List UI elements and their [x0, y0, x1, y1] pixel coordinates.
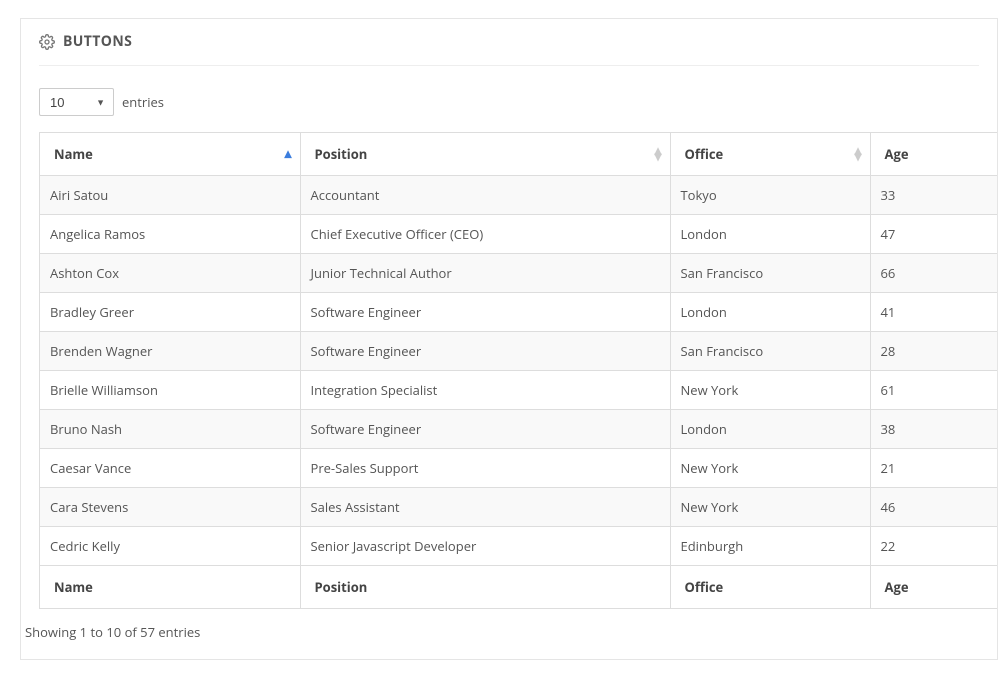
cell-office: London: [670, 410, 870, 449]
cell-age: 41: [870, 293, 997, 332]
cell-position: Pre-Sales Support: [300, 449, 670, 488]
cell-name: Airi Satou: [40, 176, 300, 215]
column-label: Name: [54, 145, 93, 163]
table-row: Cedric KellySenior Javascript DeveloperE…: [40, 527, 997, 566]
footer-col-office: Office: [670, 566, 870, 609]
table-scroll: Name ▴▾ Position ▴▾ Office ▴▾ Age▴▾ Airi Satou…: [39, 132, 997, 609]
cell-position: Chief Executive Officer (CEO): [300, 215, 670, 254]
gear-icon: [39, 34, 55, 50]
footer-col-position: Position: [300, 566, 670, 609]
column-header-age[interactable]: Age▴▾: [870, 133, 997, 176]
sort-icon: ▴▾: [654, 148, 661, 160]
cell-age: 28: [870, 332, 997, 371]
cell-age: 38: [870, 410, 997, 449]
column-header-position[interactable]: Position ▴▾: [300, 133, 670, 176]
column-label: Position: [315, 145, 368, 163]
footer-col-age: Age: [870, 566, 997, 609]
table-row: Bruno NashSoftware EngineerLondon38: [40, 410, 997, 449]
cell-position: Senior Javascript Developer: [300, 527, 670, 566]
cell-name: Cara Stevens: [40, 488, 300, 527]
cell-name: Caesar Vance: [40, 449, 300, 488]
cell-office: New York: [670, 371, 870, 410]
table-info: Showing 1 to 10 of 57 entries: [25, 609, 997, 659]
cell-age: 46: [870, 488, 997, 527]
cell-position: Software Engineer: [300, 293, 670, 332]
cell-position: Software Engineer: [300, 410, 670, 449]
cell-office: New York: [670, 488, 870, 527]
table-row: Caesar VancePre-Sales SupportNew York21: [40, 449, 997, 488]
table-row: Brenden WagnerSoftware EngineerSan Franc…: [40, 332, 997, 371]
data-table-panel: BUTTONS 10 ▼ entries Name▴▾Position▴▾Off…: [20, 18, 998, 660]
cell-position: Sales Assistant: [300, 488, 670, 527]
cell-position: Accountant: [300, 176, 670, 215]
footer-col-name: Name: [40, 566, 300, 609]
data-table: Name ▴▾ Position ▴▾ Office ▴▾ Age▴▾ Airi Satou…: [40, 133, 997, 609]
cell-position: Software Engineer: [300, 332, 670, 371]
column-header-name[interactable]: Name ▴▾: [40, 133, 300, 176]
panel-header: BUTTONS: [39, 19, 979, 66]
cell-office: Tokyo: [670, 176, 870, 215]
cell-office: London: [670, 293, 870, 332]
cell-age: 33: [870, 176, 997, 215]
cell-age: 61: [870, 371, 997, 410]
cell-name: Angelica Ramos: [40, 215, 300, 254]
panel-title: BUTTONS: [63, 32, 132, 51]
table-row: Brielle WilliamsonIntegration Specialist…: [40, 371, 997, 410]
cell-age: 47: [870, 215, 997, 254]
table-row: Bradley GreerSoftware EngineerLondon41: [40, 293, 997, 332]
cell-office: San Francisco: [670, 254, 870, 293]
length-label: entries: [122, 93, 164, 111]
cell-name: Brielle Williamson: [40, 371, 300, 410]
cell-age: 21: [870, 449, 997, 488]
cell-office: Edinburgh: [670, 527, 870, 566]
cell-name: Brenden Wagner: [40, 332, 300, 371]
cell-office: San Francisco: [670, 332, 870, 371]
column-label: Age: [885, 145, 909, 163]
table-row: Cara StevensSales AssistantNew York46: [40, 488, 997, 527]
cell-position: Junior Technical Author: [300, 254, 670, 293]
cell-name: Cedric Kelly: [40, 527, 300, 566]
table-row: Angelica RamosChief Executive Officer (C…: [40, 215, 997, 254]
cell-position: Integration Specialist: [300, 371, 670, 410]
page-length-select[interactable]: 10: [39, 88, 114, 116]
column-label: Office: [685, 145, 724, 163]
length-control: 10 ▼ entries: [21, 66, 997, 132]
sort-icon: ▴▾: [854, 148, 861, 160]
column-header-office[interactable]: Office ▴▾: [670, 133, 870, 176]
cell-age: 22: [870, 527, 997, 566]
table-row: Ashton CoxJunior Technical AuthorSan Fra…: [40, 254, 997, 293]
cell-office: London: [670, 215, 870, 254]
cell-name: Bruno Nash: [40, 410, 300, 449]
cell-name: Bradley Greer: [40, 293, 300, 332]
cell-office: New York: [670, 449, 870, 488]
cell-age: 66: [870, 254, 997, 293]
table-row: Airi SatouAccountantTokyo33: [40, 176, 997, 215]
cell-name: Ashton Cox: [40, 254, 300, 293]
sort-icon: ▴▾: [284, 151, 291, 157]
